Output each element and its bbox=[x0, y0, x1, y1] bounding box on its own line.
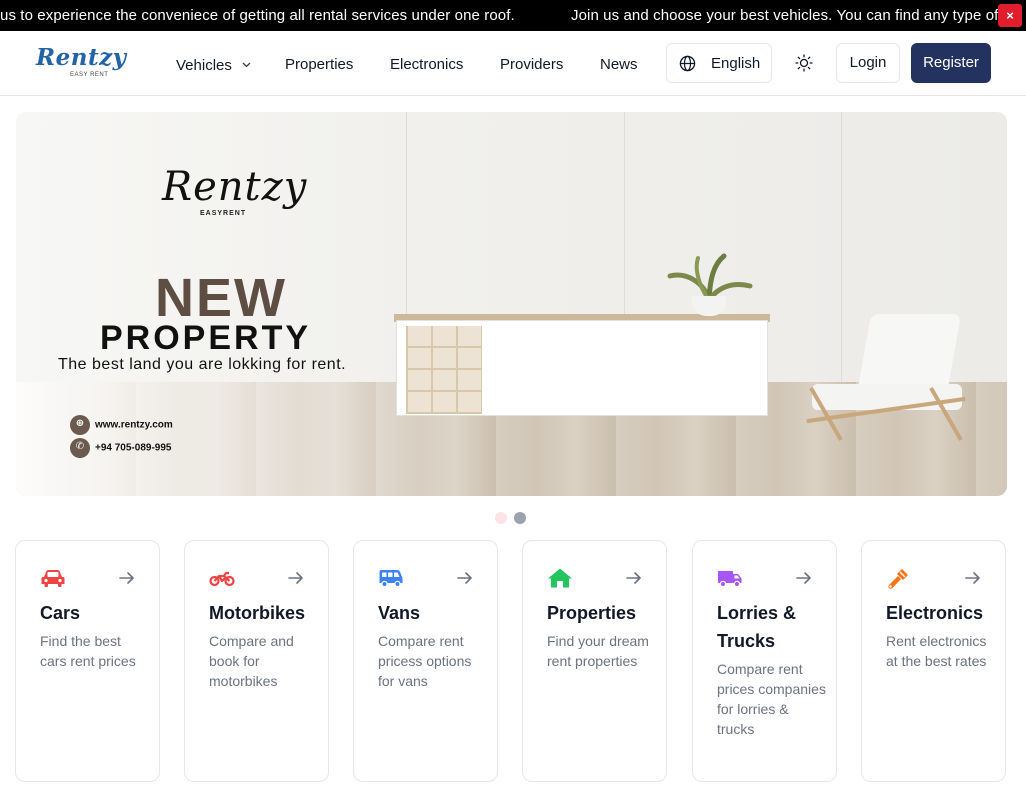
site-header: Rentzy EASY RENT Vehicles Properties Ele… bbox=[0, 31, 1026, 96]
category-card-lorries-trucks[interactable]: Lorries & Trucks Compare rent prices com… bbox=[692, 540, 837, 782]
arrow-right-icon bbox=[795, 569, 813, 587]
cabinet-shelves bbox=[406, 326, 482, 414]
arrow-right-icon bbox=[964, 569, 982, 587]
category-description: Find your dream rent properties bbox=[547, 633, 649, 669]
close-icon: × bbox=[1006, 8, 1014, 23]
category-title: Properties bbox=[547, 603, 637, 623]
announcement-bar: us to experience the conveniece of getti… bbox=[0, 0, 1026, 31]
category-description: Find the best cars rent prices bbox=[40, 633, 136, 669]
sun-icon bbox=[793, 54, 815, 78]
house-icon bbox=[547, 567, 573, 589]
arrow-right-icon bbox=[456, 569, 474, 587]
nav-providers[interactable]: Providers bbox=[500, 56, 563, 73]
plant-pot bbox=[692, 296, 726, 316]
arrow-right-icon bbox=[287, 569, 305, 587]
carousel-dot-2[interactable] bbox=[514, 512, 526, 524]
hero-headline-property: PROPERTY bbox=[100, 319, 312, 357]
category-title: Vans bbox=[378, 603, 421, 623]
category-description: Compare rent prices companies for lorrie… bbox=[717, 661, 826, 737]
arrow-right-icon bbox=[118, 569, 136, 587]
carousel-dot-1[interactable] bbox=[495, 512, 507, 524]
announcement-text-right: Join us and choose your best vehicles. Y… bbox=[571, 7, 999, 24]
category-card-vans[interactable]: Vans Compare rent pricess options for va… bbox=[353, 540, 498, 782]
logo-tagline: EASY RENT bbox=[70, 72, 109, 78]
chevron-down-icon bbox=[242, 55, 251, 72]
register-button[interactable]: Register bbox=[911, 43, 991, 83]
language-selector[interactable]: English bbox=[666, 43, 772, 83]
motorbike-icon bbox=[209, 567, 235, 589]
logo[interactable]: Rentzy EASY RENT bbox=[36, 44, 126, 84]
arrow-right-icon bbox=[625, 569, 643, 587]
category-title: Lorries & Trucks bbox=[717, 603, 797, 651]
phone-icon: ✆ bbox=[70, 438, 90, 458]
category-description: Rent electronics at the best rates bbox=[886, 633, 987, 669]
category-title: Electronics bbox=[886, 603, 984, 623]
nav-vehicles-label: Vehicles bbox=[176, 57, 232, 74]
van-icon bbox=[378, 567, 404, 589]
nav-vehicles[interactable]: Vehicles bbox=[176, 55, 251, 74]
category-card-electronics[interactable]: Electronics Rent electronics at the best… bbox=[861, 540, 1006, 782]
screwdriver-icon bbox=[886, 567, 912, 589]
category-card-cars[interactable]: Cars Find the best cars rent prices bbox=[15, 540, 160, 782]
category-description: Compare and book for motorbikes bbox=[209, 633, 294, 689]
nav-news[interactable]: News bbox=[600, 56, 638, 73]
hero-website: ⊕ www.rentzy.com bbox=[70, 415, 173, 435]
wall-panel-line bbox=[841, 112, 842, 382]
chair-back bbox=[856, 314, 962, 394]
globe-icon bbox=[679, 55, 696, 77]
close-announcement-button[interactable]: × bbox=[998, 4, 1022, 27]
hero-banner[interactable]: Rentzy EASYRENT NEW PROPERTY The best la… bbox=[16, 112, 1007, 496]
hero-tagline: The best land you are lokking for rent. bbox=[58, 356, 347, 373]
logo-wordmark: Rentzy bbox=[36, 44, 127, 71]
hero-brand-logo: Rentzy bbox=[162, 164, 308, 210]
hero-website-text: www.rentzy.com bbox=[95, 419, 173, 431]
category-card-motorbikes[interactable]: Motorbikes Compare and book for motorbik… bbox=[184, 540, 329, 782]
nav-properties[interactable]: Properties bbox=[285, 56, 353, 73]
category-title: Cars bbox=[40, 603, 81, 623]
hero-brand-subtitle: EASYRENT bbox=[200, 210, 247, 217]
car-icon bbox=[40, 567, 66, 589]
category-title: Motorbikes bbox=[209, 603, 306, 623]
login-button[interactable]: Login bbox=[836, 43, 900, 83]
hero-phone-text: +94 705-089-995 bbox=[95, 442, 172, 454]
category-description: Compare rent pricess options for vans bbox=[378, 633, 472, 689]
globe-icon: ⊕ bbox=[70, 415, 90, 435]
hero-phone: ✆ +94 705-089-995 bbox=[70, 438, 171, 458]
language-label: English bbox=[711, 55, 761, 72]
announcement-text-left: us to experience the conveniece of getti… bbox=[0, 7, 515, 24]
truck-icon bbox=[717, 567, 743, 589]
theme-toggle-button[interactable] bbox=[793, 52, 815, 74]
nav-electronics[interactable]: Electronics bbox=[390, 56, 463, 73]
category-card-properties[interactable]: Properties Find your dream rent properti… bbox=[522, 540, 667, 782]
